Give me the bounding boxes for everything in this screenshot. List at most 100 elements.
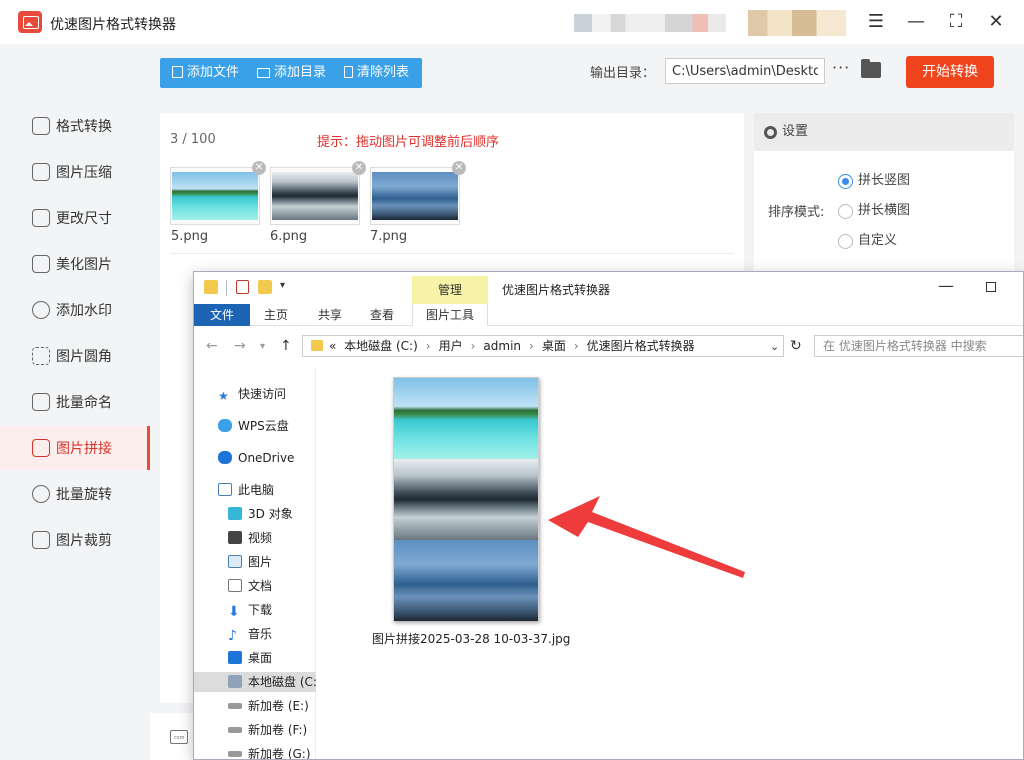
tree-item-drive-e[interactable]: 新加卷 (E:) xyxy=(228,696,309,716)
recent-chevron-icon[interactable]: ▾ xyxy=(260,341,265,352)
blurred-avatar xyxy=(748,10,846,36)
sidebar-item-stitch[interactable]: 图片拼接 xyxy=(0,426,150,470)
tree-item-music[interactable]: ♪ 音乐 xyxy=(228,624,272,644)
more-options-button[interactable]: ··· xyxy=(832,58,850,77)
new-folder-icon[interactable] xyxy=(258,280,272,294)
back-arrow-icon[interactable]: ← xyxy=(206,338,218,354)
breadcrumb-drive[interactable]: 本地磁盘 (C:) xyxy=(344,339,418,353)
radio-custom[interactable]: 自定义 xyxy=(838,231,958,251)
app-logo-icon xyxy=(18,11,42,33)
add-folder-button[interactable]: 添加目录 xyxy=(245,58,332,88)
tree-item-wps-cloud[interactable]: WPS云盘 xyxy=(218,416,289,436)
stitched-segment-lake xyxy=(394,459,538,540)
refresh-icon[interactable]: ↻ xyxy=(790,338,802,354)
compress-icon xyxy=(32,163,50,181)
breadcrumb-users[interactable]: 用户 xyxy=(439,339,463,353)
rounded-corner-icon xyxy=(32,347,50,365)
tree-item-local-disk-c[interactable]: 本地磁盘 (C: xyxy=(194,672,317,692)
explorer-title-bar: ▾ 管理 优速图片格式转换器 — xyxy=(194,272,1023,304)
breadcrumb-admin[interactable]: admin xyxy=(483,339,521,353)
file-name: 5.png xyxy=(171,229,209,244)
close-icon[interactable]: ✕ xyxy=(984,11,1008,33)
file-thumbnail[interactable]: ✕ xyxy=(170,161,266,225)
sidebar-item-format-convert[interactable]: 格式转换 xyxy=(0,104,150,148)
stitched-segment-mountain xyxy=(394,540,538,621)
address-dropdown-icon[interactable]: ⌄ xyxy=(770,340,779,353)
star-icon: ★ xyxy=(218,389,229,403)
file-thumbnail[interactable]: ✕ xyxy=(370,161,466,225)
address-bar[interactable]: « 本地磁盘 (C:) › 用户 › admin › 桌面 › 优速图片格式转换器 xyxy=(302,335,784,357)
tab-picture-tools[interactable]: 图片工具 xyxy=(412,304,488,326)
tree-item-drive-f[interactable]: 新加卷 (F:) xyxy=(228,720,307,740)
folder-icon xyxy=(257,68,271,78)
forward-arrow-icon[interactable]: → xyxy=(234,338,246,354)
remove-file-icon[interactable]: ✕ xyxy=(252,161,266,175)
tree-item-onedrive[interactable]: OneDrive xyxy=(218,448,294,468)
file-name: 6.png xyxy=(270,229,308,244)
sidebar-item-crop[interactable]: 图片裁剪 xyxy=(0,518,150,562)
reorder-hint: 提示：拖动图片可调整前后顺序 xyxy=(317,135,500,150)
search-input[interactable]: 在 优速图片格式转换器 中搜索 xyxy=(814,335,1023,357)
tree-item-pictures[interactable]: 图片 xyxy=(228,552,272,572)
tab-home[interactable]: 主页 xyxy=(258,304,294,326)
minimize-icon[interactable]: — xyxy=(938,276,954,295)
sidebar-item-resize[interactable]: 更改尺寸 xyxy=(0,196,150,240)
convert-icon xyxy=(32,117,50,135)
file-icon xyxy=(172,66,183,78)
tree-item-drive-g[interactable]: 新加卷 (G:) xyxy=(228,744,311,759)
up-arrow-icon[interactable]: ↑ xyxy=(280,338,292,354)
sidebar-item-rounded-corner[interactable]: 图片圆角 xyxy=(0,334,150,378)
breadcrumb-overflow[interactable]: « xyxy=(329,339,336,353)
start-convert-button[interactable]: 开始转换 xyxy=(906,56,994,88)
drive-icon xyxy=(228,703,242,709)
sidebar: 格式转换 图片压缩 更改尺寸 美化图片 添加水印 图片圆角 批量命名 图片拼接 … xyxy=(0,44,150,760)
address-row: ← → ▾ ↑ « 本地磁盘 (C:) › 用户 › admin › 桌面 › 优速图片格式转换… xyxy=(194,332,1023,360)
breadcrumb-folder[interactable]: 优速图片格式转换器 xyxy=(587,339,695,353)
sidebar-item-compress[interactable]: 图片压缩 xyxy=(0,150,150,194)
file-thumbnail[interactable]: ✕ xyxy=(270,161,366,225)
output-file-name[interactable]: 图片拼接2025-03-28 10-03-37.jpg xyxy=(372,630,570,647)
thumbnail-image xyxy=(372,172,458,220)
maximize-icon[interactable] xyxy=(986,282,996,292)
stitch-icon xyxy=(32,439,50,457)
breadcrumb-desktop[interactable]: 桌面 xyxy=(542,339,566,353)
properties-icon[interactable] xyxy=(236,280,249,294)
sidebar-item-rename[interactable]: 批量命名 xyxy=(0,380,150,424)
sidebar-item-beautify[interactable]: 美化图片 xyxy=(0,242,150,286)
sidebar-item-watermark[interactable]: 添加水印 xyxy=(0,288,150,332)
tab-share[interactable]: 共享 xyxy=(312,304,348,326)
radio-vertical[interactable]: 拼长竖图 xyxy=(838,171,958,191)
tree-item-desktop[interactable]: 桌面 xyxy=(228,648,272,668)
radio-horizontal[interactable]: 拼长横图 xyxy=(838,201,958,221)
tree-item-documents[interactable]: 文档 xyxy=(228,576,272,596)
output-file-thumbnail[interactable] xyxy=(393,377,539,621)
chevron-down-icon[interactable]: ▾ xyxy=(280,280,285,291)
tree-item-videos[interactable]: 视频 xyxy=(228,528,272,548)
menu-icon[interactable]: ☰ xyxy=(864,11,888,33)
clear-list-button[interactable]: 清除列表 xyxy=(332,58,415,88)
add-file-button[interactable]: 添加文件 xyxy=(160,58,245,88)
website-icon[interactable]: com xyxy=(170,730,188,744)
tree-item-this-pc[interactable]: 此电脑 xyxy=(218,480,274,500)
sidebar-item-rotate[interactable]: 批量旋转 xyxy=(0,472,150,516)
music-note-icon: ♪ xyxy=(228,628,237,644)
gear-icon xyxy=(764,126,777,139)
trash-icon xyxy=(344,66,354,78)
manage-tab[interactable]: 管理 xyxy=(412,276,488,304)
file-explorer-window: ▾ 管理 优速图片格式转换器 — 文件 主页 共享 查看 图片工具 ← → ▾ … xyxy=(193,271,1024,760)
minimize-icon[interactable]: — xyxy=(904,11,928,33)
tree-item-downloads[interactable]: ⬇ 下载 xyxy=(228,600,272,620)
open-folder-icon[interactable] xyxy=(861,59,881,78)
file-name: 7.png xyxy=(370,229,408,244)
remove-file-icon[interactable]: ✕ xyxy=(352,161,366,175)
tab-view[interactable]: 查看 xyxy=(364,304,400,326)
output-dir-label: 输出目录： xyxy=(590,66,656,81)
tab-file[interactable]: 文件 xyxy=(194,304,250,326)
fullscreen-icon[interactable]: ⛶ xyxy=(944,11,968,33)
settings-panel: 设置 排序模式: 拼长竖图 拼长横图 自定义 xyxy=(754,113,1014,273)
remove-file-icon[interactable]: ✕ xyxy=(452,161,466,175)
tree-item-3d-objects[interactable]: 3D 对象 xyxy=(228,504,293,524)
crop-icon xyxy=(32,531,50,549)
output-dir-input[interactable] xyxy=(665,58,825,84)
tree-item-quick-access[interactable]: ★ 快速访问 xyxy=(218,384,286,404)
